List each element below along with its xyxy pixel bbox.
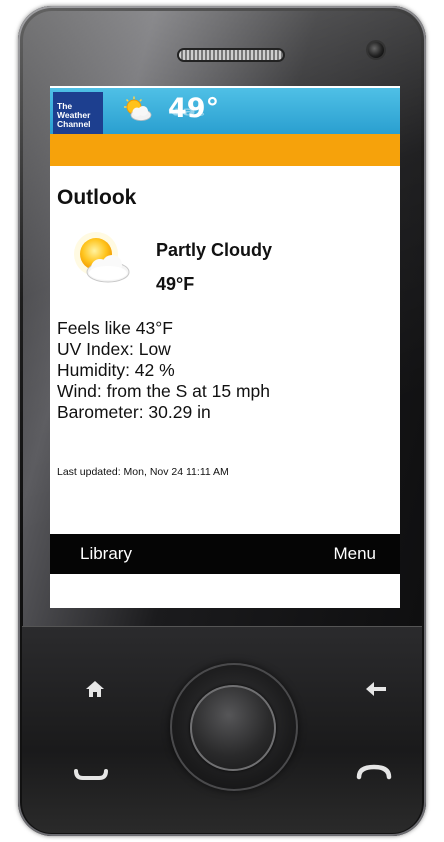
softkey-bar: Library Menu — [50, 534, 400, 574]
speaker-grille — [179, 50, 283, 60]
weather-channel-logo[interactable]: The Weather Channel — [53, 92, 103, 136]
back-arrow-icon[interactable] — [364, 679, 388, 699]
wind: Wind: from the S at 15 mph — [57, 381, 271, 401]
screen: The Weather Channel 49° 49° Outlook Part… — [50, 86, 400, 608]
library-softkey[interactable]: Library — [80, 544, 132, 564]
call-icon[interactable] — [74, 767, 108, 781]
partly-cloudy-icon — [74, 232, 130, 283]
feels-like: Feels like 43°F — [57, 318, 173, 338]
orange-banner — [50, 134, 400, 166]
humidity: Humidity: 42 % — [57, 360, 175, 380]
end-call-icon[interactable] — [356, 763, 392, 781]
logo-line: Channel — [57, 119, 91, 129]
weather-header: The Weather Channel 49° 49° — [50, 88, 400, 136]
dpad-center-button[interactable] — [190, 685, 276, 771]
uv-index: UV Index: Low — [57, 339, 171, 359]
barometer: Barometer: 30.29 in — [57, 402, 211, 422]
weather-details: Feels like 43°F UV Index: Low Humidity: … — [57, 318, 270, 423]
camera-icon — [368, 42, 384, 58]
menu-softkey[interactable]: Menu — [333, 544, 376, 564]
page-title: Outlook — [57, 186, 137, 209]
hardware-keys-panel — [22, 626, 422, 833]
home-icon[interactable] — [84, 679, 106, 699]
partly-cloudy-icon — [124, 96, 152, 121]
last-updated: Last updated: Mon, Nov 24 11:11 AM — [57, 466, 229, 478]
phone-device: The Weather Channel 49° 49° Outlook Part… — [18, 6, 426, 836]
condition-temperature: 49°F — [156, 274, 195, 294]
condition-text: Partly Cloudy — [156, 240, 273, 260]
header-temperature-reflection: 49° — [168, 106, 206, 118]
